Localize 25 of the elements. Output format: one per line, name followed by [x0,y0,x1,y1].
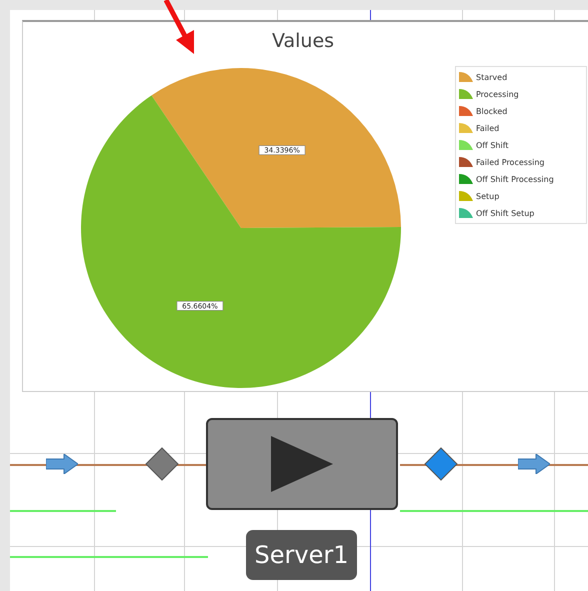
legend-swatch-icon [459,123,473,133]
output-node[interactable] [424,447,458,481]
server-block[interactable] [206,418,398,510]
legend-swatch-icon [459,106,473,116]
legend-swatch-icon [459,89,473,99]
server-label: Server1 [246,530,357,580]
legend-label: Processing [476,90,519,98]
input-node[interactable] [145,447,179,481]
legend-swatch-icon [459,157,473,167]
arrow-icon [46,454,78,474]
legend-label: Off Shift Processing [476,174,554,184]
legend-label: Blocked [476,106,508,116]
legend-label: Starved [476,72,508,82]
arrow-icon [518,454,550,474]
legend-swatch-icon [459,208,473,218]
chart-title: Values [270,30,336,52]
legend-label: Failed Processing [476,158,544,166]
legend-swatch-icon [459,191,473,201]
legend-label: Setup [476,192,500,200]
legend-label: Off Shift Setup [476,208,534,218]
legend-swatch-icon [459,174,473,184]
legend-label: Off Shift [476,140,509,150]
legend-label: Failed [476,124,500,132]
legend-swatch-icon [459,72,473,82]
legend-swatch-icon [459,140,473,150]
